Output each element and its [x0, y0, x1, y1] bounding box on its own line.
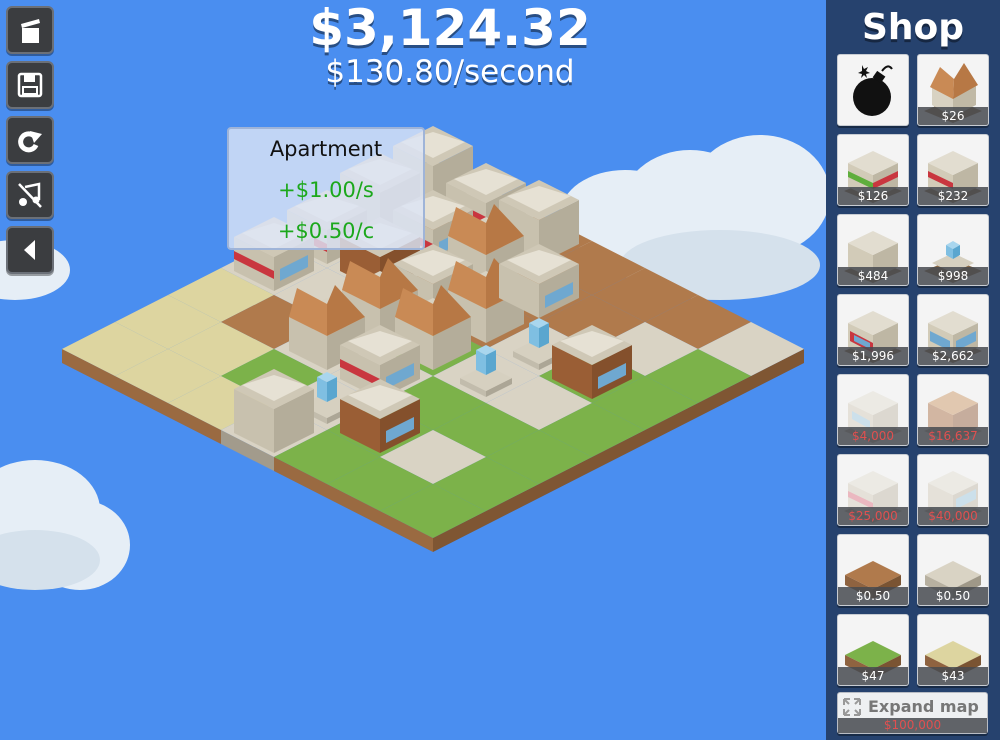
shop-item-price: $1,996 [838, 347, 908, 365]
shop-item-price: $232 [918, 187, 988, 205]
mute-music-button[interactable] [6, 171, 54, 219]
shop-item-tower-4[interactable]: $40,000 [917, 454, 989, 526]
bomb-icon [853, 65, 893, 116]
shop-item-price: $26 [918, 107, 988, 125]
expand-icon [843, 698, 861, 716]
save-icon [17, 72, 43, 98]
expand-map-price: $100,000 [838, 718, 987, 733]
shop-item-dirt-tile[interactable]: $0.50 [837, 534, 909, 606]
collapse-button[interactable] [6, 226, 54, 274]
shop-item-green-awning-shop[interactable]: $126 [837, 134, 909, 206]
shop-item-apartment[interactable]: $484 [837, 214, 909, 286]
shop-item-tower-1[interactable]: $4,000 [837, 374, 909, 446]
clear-icon [21, 19, 40, 43]
mute-music-icon [18, 182, 42, 208]
tooltip-title: Apartment [269, 137, 383, 161]
shop-item-price: $998 [918, 267, 988, 285]
shop-item-tower-3[interactable]: $25,000 [837, 454, 909, 526]
shop-item-price: $40,000 [918, 507, 988, 525]
shop-item-tower-2[interactable]: $16,637 [917, 374, 989, 446]
shop-item-price: $0.50 [918, 587, 988, 605]
shop-panel: Shop $26 $126 $232 $484 $998 $1,996 $2,662 $4,0… [826, 0, 1000, 740]
expand-map-button[interactable]: Expand map $100,000 [837, 692, 988, 734]
shop-item-price: $25,000 [838, 507, 908, 525]
clear-button[interactable] [6, 6, 54, 54]
shop-title: Shop [861, 7, 965, 48]
rotate-icon [18, 131, 42, 153]
shop-item-price: $126 [838, 187, 908, 205]
shop-item-price: $16,637 [918, 427, 988, 445]
expand-map-label: Expand map [868, 697, 979, 716]
shop-item-price: $2,662 [918, 347, 988, 365]
money-total: $3,124.32 [309, 0, 591, 57]
shop-item-price: $47 [838, 667, 908, 685]
shop-item-grass-tile[interactable]: $47 [837, 614, 909, 686]
shop-item-sand-tile[interactable]: $43 [917, 614, 989, 686]
shop-item-fountain[interactable]: $998 [917, 214, 989, 286]
shop-item-blue-office[interactable]: $2,662 [917, 294, 989, 366]
shop-item-price: $43 [918, 667, 988, 685]
building-info-tooltip: Apartment +$1.00/s +$0.50/c [227, 127, 425, 250]
shop-item-price: $484 [838, 267, 908, 285]
tooltip-income-per-click: +$0.50/c [277, 219, 375, 243]
shop-item-pavement-tile[interactable]: $0.50 [917, 534, 989, 606]
city-map[interactable] [0, 0, 826, 740]
shop-item-red-office[interactable]: $1,996 [837, 294, 909, 366]
tooltip-income-per-second: +$1.00/s [278, 178, 374, 202]
money-rate: $130.80/second [325, 54, 575, 90]
collapse-icon [24, 240, 35, 260]
save-button[interactable] [6, 61, 54, 109]
shop-item-house[interactable]: $26 [917, 54, 989, 126]
rotate-button[interactable] [6, 116, 54, 164]
shop-item-price: $4,000 [838, 427, 908, 445]
shop-item-red-awning-shop[interactable]: $232 [917, 134, 989, 206]
shop-item-bomb[interactable] [837, 54, 909, 126]
shop-item-price: $0.50 [838, 587, 908, 605]
